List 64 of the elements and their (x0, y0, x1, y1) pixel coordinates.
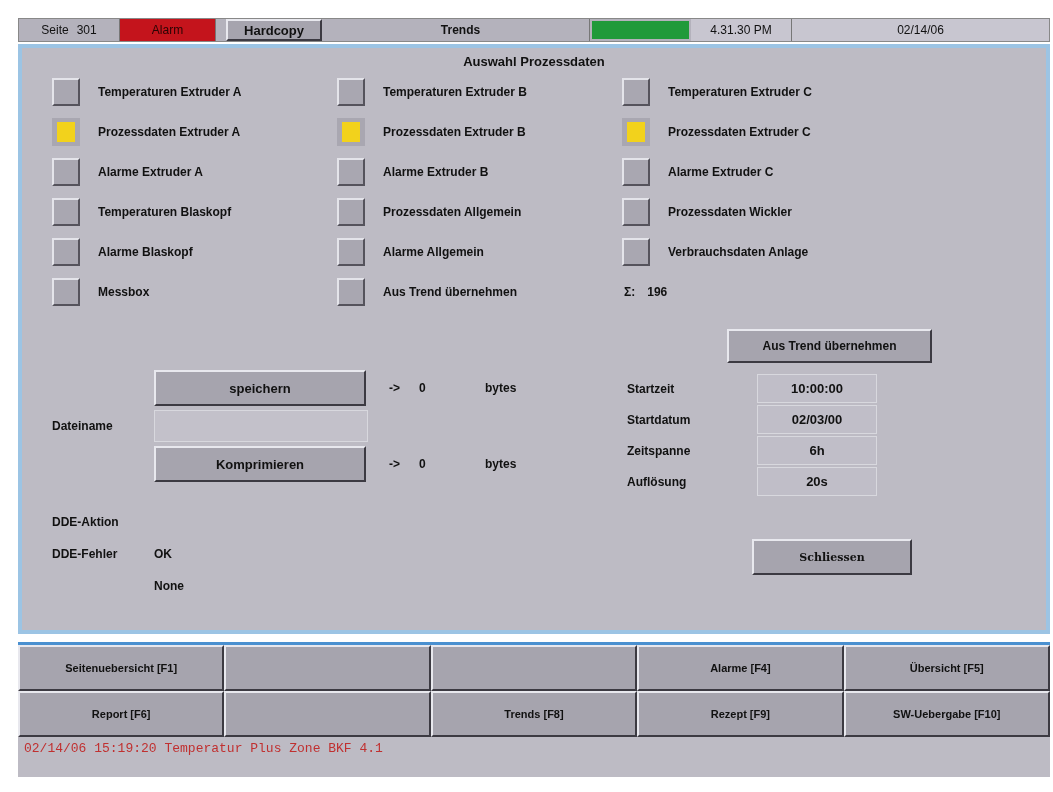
function-key[interactable]: SW-Uebergabe [F10] (843, 691, 1050, 737)
value-field[interactable]: 6h (757, 436, 877, 465)
filename-label: Dateiname (52, 419, 114, 433)
panel-title: Auswahl Prozessdaten (462, 54, 606, 69)
option-label: Alarme Extruder A (98, 165, 203, 179)
field-label: Auflösung (627, 474, 688, 489)
page-number: 301 (76, 23, 97, 37)
blank-function-key[interactable] (430, 645, 638, 691)
function-key[interactable]: Alarme [F4] (637, 645, 844, 691)
option-label: Prozessdaten Extruder C (668, 125, 811, 139)
option-label: Temperaturen Extruder C (668, 85, 812, 99)
page-label: Seite (41, 23, 69, 37)
hardcopy-button[interactable]: Hardcopy (226, 19, 322, 41)
byte-count: 0 (419, 457, 427, 471)
clock-date: 02/14/06 (792, 19, 1049, 41)
value-field[interactable]: 02/03/00 (757, 405, 877, 434)
function-key[interactable]: Seitenuebersicht [F1] (18, 645, 225, 691)
from-trend-button[interactable]: Aus Trend übernehmen (727, 329, 932, 363)
option-label: Alarme Allgemein (383, 245, 484, 259)
close-button[interactable]: Schliessen (752, 539, 912, 575)
checkbox[interactable] (337, 118, 365, 146)
option-label: Alarme Extruder C (668, 165, 774, 179)
dde-action-label: DDE-Aktion (52, 515, 119, 529)
status-message: 02/14/06 15:19:20 Temperatur Plus Zone BKF 4.1 (18, 737, 1050, 777)
function-key[interactable]: Trends [F8] (430, 691, 638, 737)
option-label: Verbrauchsdaten Anlage (668, 245, 809, 259)
blank-function-key[interactable] (224, 645, 431, 691)
arrow-text: -> (389, 457, 401, 471)
option-label: Temperaturen Extruder A (98, 85, 242, 99)
option-label: Temperaturen Extruder B (383, 85, 527, 99)
checkbox[interactable] (52, 118, 80, 146)
dde-error-detail: None (154, 579, 184, 593)
clock-time: 4.31.30 PM (691, 19, 792, 41)
dde-error-value: OK (154, 547, 172, 561)
byte-count: 0 (419, 381, 427, 395)
option-label: Prozessdaten Allgemein (383, 205, 522, 219)
screen-title: Trends (332, 19, 590, 41)
function-key[interactable]: Rezept [F9] (637, 691, 844, 737)
sum-symbol: Σ: (624, 285, 636, 299)
arrow-text: -> (389, 381, 401, 395)
option-label: Prozessdaten Extruder A (98, 125, 241, 139)
blank-function-key[interactable] (224, 691, 431, 737)
unit-label: bytes (485, 381, 517, 395)
function-key[interactable]: Übersicht [F5] (843, 645, 1050, 691)
field-label: Startdatum (627, 412, 692, 427)
option-label: Alarme Blaskopf (98, 245, 193, 259)
field-label: Zeitspanne (627, 443, 692, 458)
compress-button[interactable]: Komprimieren (154, 446, 366, 482)
option-label: Alarme Extruder B (383, 165, 489, 179)
sum-value: 196 (647, 285, 668, 299)
dde-error-label: DDE-Fehler (52, 547, 119, 561)
save-button[interactable]: speichern (154, 370, 366, 406)
function-key[interactable]: Report [F6] (18, 691, 225, 737)
unit-label: bytes (485, 457, 517, 471)
option-label: Temperaturen Blaskopf (98, 205, 232, 219)
checkbox[interactable] (622, 118, 650, 146)
filename-field[interactable] (154, 410, 368, 442)
value-field[interactable]: 20s (757, 467, 877, 496)
value-field[interactable]: 10:00:00 (757, 374, 877, 403)
option-label: Prozessdaten Wickler (668, 205, 792, 219)
field-label: Startzeit (627, 381, 676, 396)
option-label: Prozessdaten Extruder B (383, 125, 526, 139)
option-label: Messbox (98, 285, 150, 299)
option-label: Aus Trend übernehmen (383, 285, 518, 299)
